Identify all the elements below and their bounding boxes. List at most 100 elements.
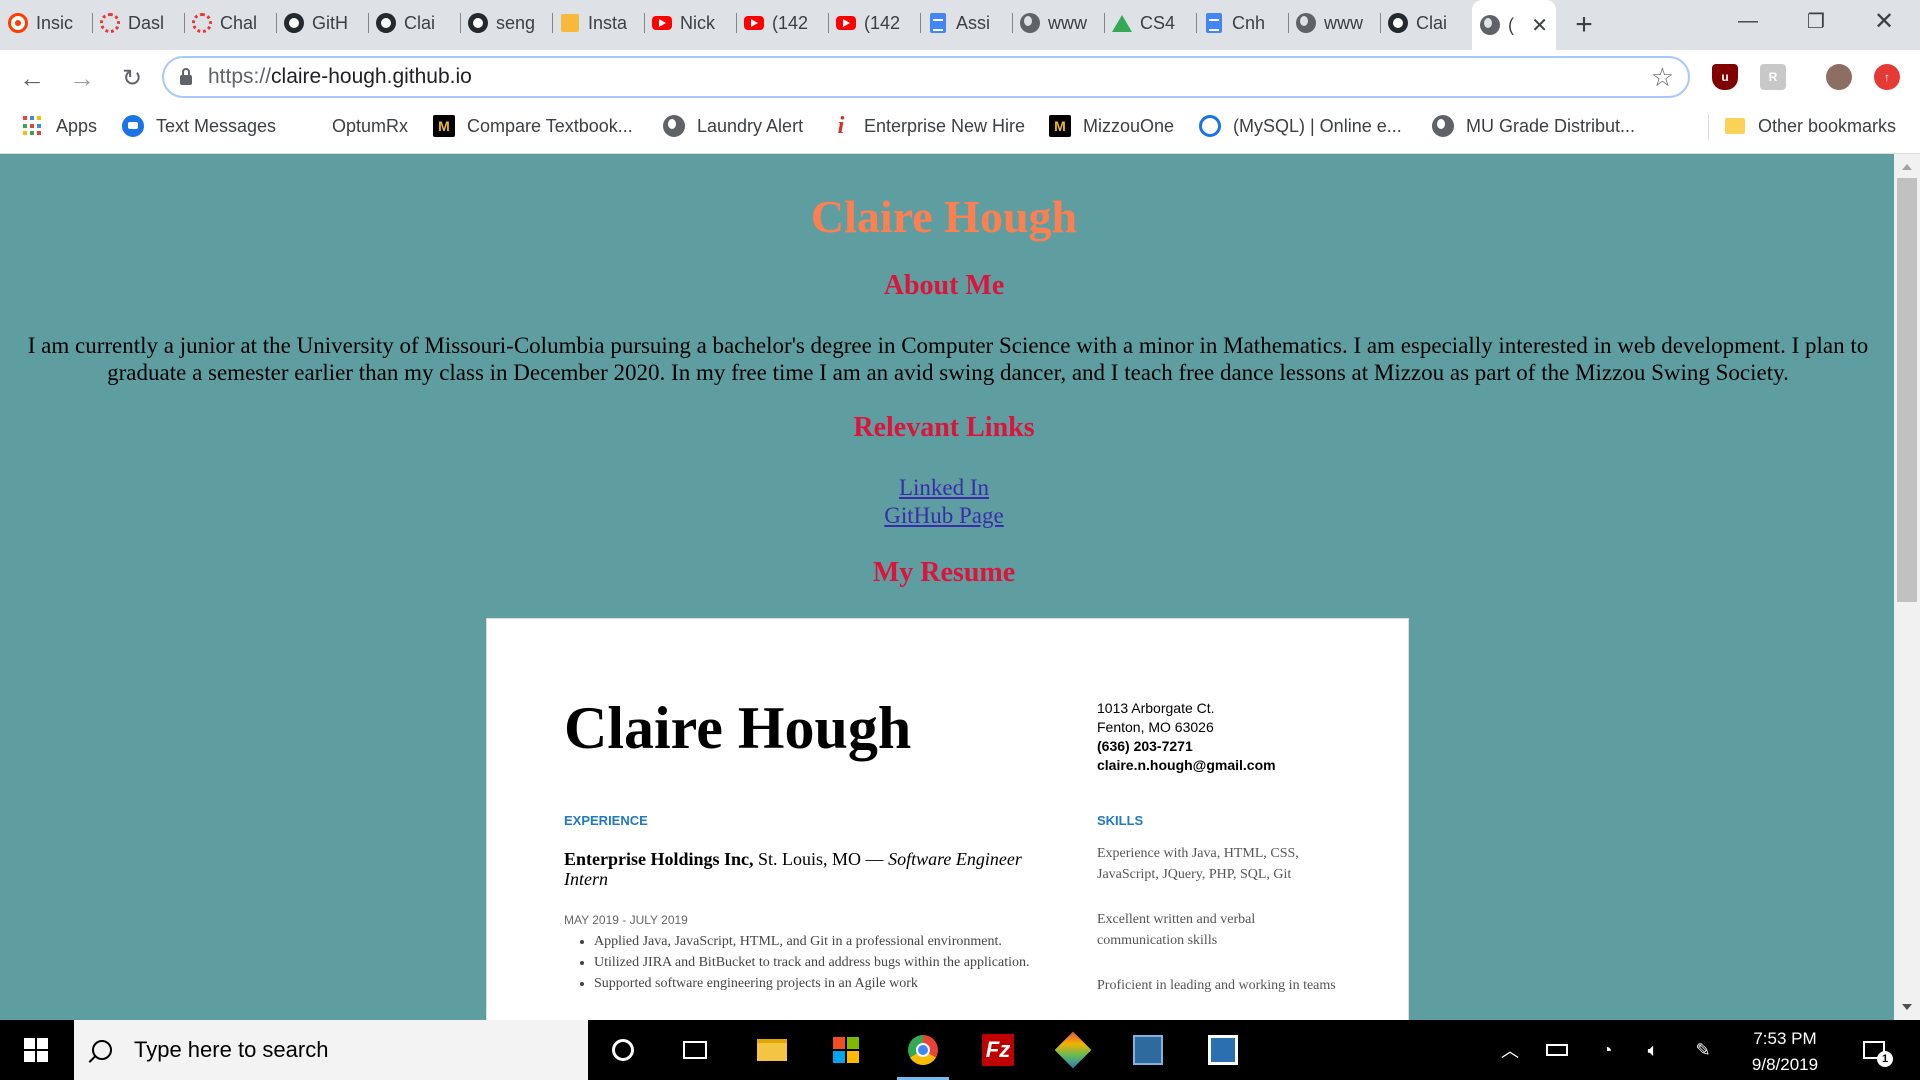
tab-title: GitH [312,12,348,33]
browser-tab[interactable]: Cnh [1196,2,1288,44]
volume-icon[interactable]: 🔈︎ [1636,1020,1670,1080]
bookmark-label: Apps [56,115,98,136]
youtube-icon [836,13,856,33]
bookmark-mizzouone[interactable]: M MizzouOne [1049,106,1174,146]
browser-tab[interactable]: Dasl [92,2,184,44]
new-tab-button[interactable]: + [1562,3,1606,47]
info-i-icon: i [837,112,845,139]
resume-bullet: Supported software engineering projects … [594,973,1054,994]
browser-tab[interactable]: Assi [920,2,1012,44]
minimize-button[interactable]: ― [1720,0,1776,42]
mizzou-icon: M [433,115,455,137]
taskbar-search[interactable]: Type here to search [74,1020,588,1080]
show-hidden-icons-chevron-icon[interactable]: ︿ [1496,1020,1524,1080]
linkedin-link[interactable]: Linked In [899,474,989,502]
browser-tab[interactable]: (142 [736,2,828,44]
scroll-up-arrow-icon[interactable] [1902,164,1912,170]
bookmark-compare-textbook[interactable]: M Compare Textbook... [433,106,633,146]
bookmark-laundry-alert[interactable]: Laundry Alert [663,106,803,146]
browser-tab[interactable]: (142 [828,2,920,44]
restore-button[interactable]: ❐ [1788,0,1844,42]
browser-tab[interactable]: Insta [552,2,644,44]
resume-email: claire.n.hough@gmail.com [1097,757,1276,773]
brackets-icon[interactable] [1193,1020,1253,1080]
scroll-down-arrow-icon[interactable] [1902,1004,1912,1010]
cortana-icon[interactable] [593,1020,653,1080]
resume-location: St. Louis, MO — [753,849,889,869]
clock-time: 7:53 PM [1753,1029,1817,1048]
wifi-icon[interactable]: ◔ [1590,1020,1624,1080]
notifications-icon[interactable]: 1 [1852,1020,1896,1080]
url-text[interactable]: https://claire-hough.github.io [208,65,472,89]
close-window-button[interactable]: ✕ [1856,0,1912,42]
bookmark-mu-grade[interactable]: MU Grade Distribut... [1432,106,1635,146]
browser-tab[interactable]: GitH [276,2,368,44]
bookmark-label: Laundry Alert [697,115,804,136]
resume-address-line1: 1013 Arborgate Ct. [1097,700,1215,716]
tab-title: Nick [680,12,715,33]
bookmark-optumrx[interactable]: OptumRx [332,106,408,146]
tab-title: Chal [220,12,258,33]
task-view-icon[interactable] [665,1020,725,1080]
mysql-workbench-icon[interactable] [1118,1020,1178,1080]
scrollbar-thumb[interactable] [1897,178,1917,602]
browser-tab[interactable]: Insic [0,2,92,44]
start-button[interactable] [0,1020,72,1080]
store-icon[interactable] [816,1020,876,1080]
skills-label: SKILLS [1097,813,1144,828]
windows-taskbar: Type here to search Fz ︿ ◔ 🔈︎ ✎ 7:53 PM … [0,1020,1920,1080]
tab-close-icon[interactable]: ✕ [1531,13,1548,38]
resume-bullet: Utilized JIRA and BitBucket to track and… [594,952,1054,973]
address-bar[interactable]: https://claire-hough.github.io ☆ [162,56,1690,98]
page-viewport: Claire Hough About Me I am currently a j… [0,154,1888,1020]
git-kraken-icon[interactable] [1043,1020,1103,1080]
links-heading: Relevant Links [853,412,1035,443]
tab-title: Assi [956,12,991,33]
docs-icon [1204,13,1224,33]
browser-tab[interactable]: Clai [368,2,460,44]
bookmark-other[interactable]: Other bookmarks [1724,106,1896,146]
tab-title: CS4 [1140,12,1176,33]
bookmark-label: MizzouOne [1083,115,1175,136]
vertical-scrollbar[interactable] [1894,154,1920,1020]
youtube-icon [652,13,672,33]
browser-tab[interactable]: seng [460,2,552,44]
links-list: Linked In GitHub Page [0,474,1888,530]
chrome-icon[interactable] [893,1020,953,1080]
github-page-link[interactable]: GitHub Page [884,502,1003,530]
update-icon[interactable]: ↑ [1874,64,1900,90]
extension-icon[interactable]: R [1760,64,1786,90]
file-explorer-icon[interactable] [742,1020,802,1080]
browser-tab[interactable]: www [1012,2,1104,44]
pen-icon[interactable]: ✎ [1686,1020,1720,1080]
reload-icon[interactable]: ↻ [110,56,154,100]
browser-tab[interactable]: Clai [1380,2,1472,44]
windows-logo-icon [24,1038,48,1062]
apps-grid-icon [22,115,44,137]
forward-arrow-icon[interactable]: → [60,56,104,100]
browser-tab-active[interactable]: (✕ [1472,0,1556,50]
bookmark-label: MU Grade Distribut... [1466,115,1636,136]
bookmark-star-icon[interactable]: ☆ [1651,62,1674,93]
browser-tab[interactable]: Nick [644,2,736,44]
tab-strip: Insic Dasl Chal GitH Clai seng Insta Nic… [0,0,1920,50]
bookmark-apps[interactable]: Apps [22,106,97,146]
about-text: I am currently a junior at the Universit… [27,333,1869,385]
resume-bullet: Applied Java, JavaScript, HTML, and Git … [594,931,1054,952]
profile-avatar[interactable] [1826,64,1852,90]
bookmark-enterprise-new-hire[interactable]: i Enterprise New Hire [830,106,1025,146]
clock[interactable]: 7:53 PM 9/8/2019 [1740,1026,1830,1078]
filezilla-icon[interactable]: Fz [968,1020,1028,1080]
bookmark-text-messages[interactable]: Text Messages [122,106,276,146]
bookmark-mysql[interactable]: (MySQL) | Online e... [1199,106,1402,146]
browser-tab[interactable]: www [1288,2,1380,44]
browser-tab[interactable]: Chal [184,2,276,44]
globe-icon [1296,13,1316,33]
tab-title: Clai [404,12,436,33]
battery-icon[interactable] [1540,1020,1574,1080]
mysql-icon [1199,115,1221,137]
browser-tab[interactable]: CS4 [1104,2,1196,44]
ublock-extension-icon[interactable]: u [1712,64,1738,90]
back-arrow-icon[interactable]: ← [10,56,54,100]
folder-icon [1724,115,1746,137]
